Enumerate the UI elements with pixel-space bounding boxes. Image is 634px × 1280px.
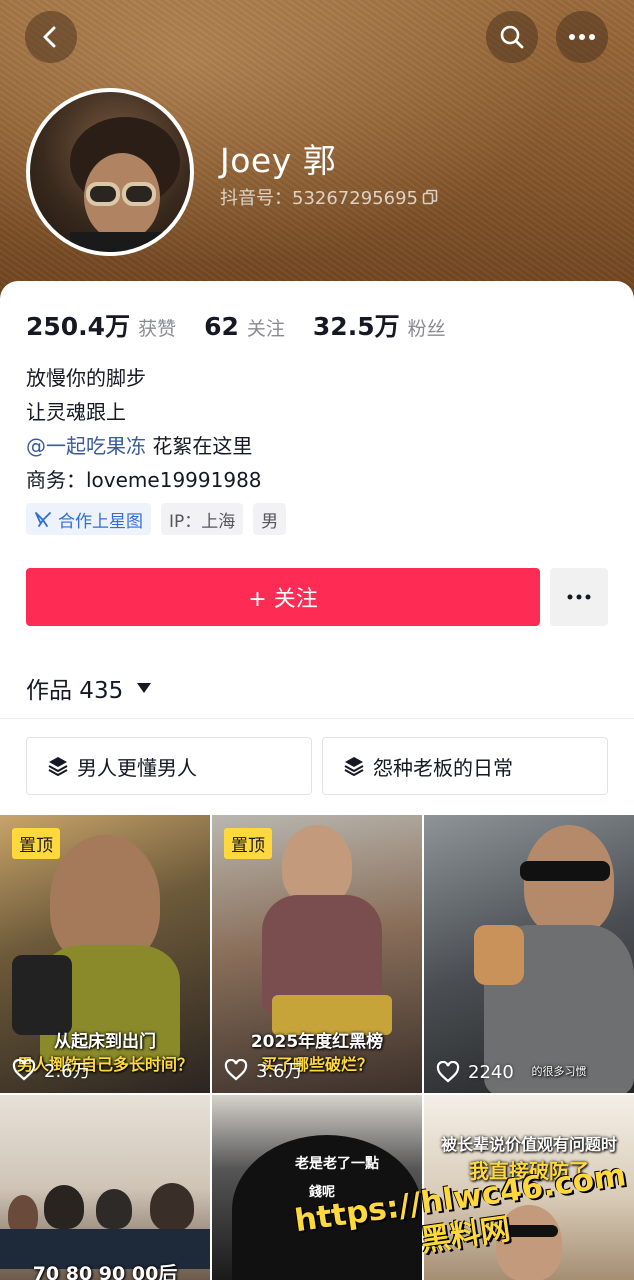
- stat-label: 获赞: [138, 318, 177, 340]
- video-tile[interactable]: 的很多习惯 2240: [424, 815, 634, 1093]
- bio-line: 让灵魂跟上: [26, 400, 126, 424]
- more-button[interactable]: [556, 11, 608, 63]
- tag-row: 合作上星图 IP：上海 男: [26, 503, 287, 535]
- follow-button[interactable]: + 关注: [26, 568, 540, 626]
- stat-label: 粉丝: [407, 318, 446, 340]
- collection-item[interactable]: 怨种老板的日常: [322, 737, 608, 795]
- heart-icon: [12, 1059, 36, 1081]
- collection-label: 男人更懂男人: [77, 755, 197, 780]
- bio-line: @一起吃果冻 花絮在这里: [26, 429, 262, 463]
- like-count: 2240: [436, 1061, 514, 1083]
- like-count: 2.6万: [12, 1057, 91, 1083]
- chevron-left-icon: [43, 26, 56, 48]
- star-map-icon: [35, 512, 51, 527]
- stat-likes[interactable]: 250.4万 获赞: [26, 307, 176, 343]
- layers-icon: [344, 757, 364, 776]
- caret-down-icon: [137, 683, 152, 693]
- douyin-id-text: 抖音号：53267295695: [220, 188, 418, 209]
- sunglasses-image: [520, 861, 610, 881]
- video-tile[interactable]: 置顶 2025年度红黑榜 买了哪些破烂？ 3.6万: [212, 815, 422, 1093]
- ip-tag: IP：上海: [161, 503, 244, 535]
- avatar-portrait: [70, 117, 180, 252]
- search-icon: [500, 25, 524, 49]
- heart-icon: [436, 1061, 460, 1083]
- search-button[interactable]: [486, 11, 538, 63]
- divider: [0, 718, 634, 719]
- stat-value: 62: [204, 312, 239, 341]
- works-tab[interactable]: 作品 435: [26, 671, 152, 705]
- like-count-value: 2240: [468, 1061, 514, 1083]
- mention-link[interactable]: @一起吃果冻: [26, 434, 146, 458]
- gender-tag: 男: [253, 503, 287, 535]
- phone-image: [12, 955, 72, 1035]
- video-tile[interactable]: 置顶 从起床到出门 男人捯饬自己多长时间？ 2.6万: [0, 815, 210, 1093]
- video-caption: 70 80 90 00后: [32, 1263, 178, 1280]
- douyin-id[interactable]: 抖音号：53267295695: [220, 184, 438, 210]
- bio-text: 花絮在这里: [146, 434, 253, 458]
- layers-icon: [48, 757, 68, 776]
- back-button[interactable]: [25, 11, 77, 63]
- stat-following[interactable]: 62 关注: [204, 312, 285, 341]
- more-dots-icon: [567, 594, 591, 600]
- shirt-text: 老是老了一點: [295, 1156, 379, 1172]
- like-count-value: 2.6万: [44, 1061, 91, 1082]
- pinned-badge: 置顶: [224, 828, 272, 859]
- follow-label: + 关注: [248, 587, 318, 612]
- more-actions-button[interactable]: [550, 568, 608, 626]
- video-caption: 从起床到出门: [54, 1032, 156, 1052]
- collections-row: 男人更懂男人 怨种老板的日常: [26, 737, 608, 795]
- stat-followers[interactable]: 32.5万 粉丝: [313, 307, 446, 343]
- video-tile[interactable]: 70 80 90 00后: [0, 1095, 210, 1280]
- avatar[interactable]: [26, 88, 194, 256]
- stat-label: 关注: [246, 318, 285, 340]
- copy-icon[interactable]: [422, 189, 438, 205]
- profile-name: Joey 郭: [220, 141, 337, 180]
- like-count-value: 3.6万: [256, 1061, 303, 1082]
- star-map-label: 合作上星图: [58, 511, 143, 532]
- watch-image: [474, 925, 524, 985]
- collection-label: 怨种老板的日常: [373, 755, 513, 780]
- stat-value: 250.4万: [26, 312, 131, 341]
- bio: 放慢你的脚步 让灵魂跟上 @一起吃果冻 花絮在这里 商务：loveme19991…: [26, 361, 262, 497]
- pinned-badge: 置顶: [12, 828, 60, 859]
- ip-label: IP：上海: [169, 511, 236, 532]
- video-caption: 2025年度红黑榜: [250, 1032, 384, 1052]
- bio-line: 放慢你的脚步: [26, 366, 146, 390]
- works-label: 作品 435: [26, 678, 124, 704]
- star-map-tag[interactable]: 合作上星图: [26, 503, 151, 535]
- like-count: 3.6万: [224, 1057, 303, 1083]
- stat-value: 32.5万: [312, 312, 400, 341]
- more-dots-icon: [569, 34, 595, 40]
- video-caption: 被长辈说价值观有问题时: [440, 1135, 617, 1154]
- business-contact: 商务：loveme19991988: [26, 468, 262, 492]
- heart-icon: [224, 1059, 248, 1081]
- gender-label: 男: [261, 511, 279, 532]
- stats-row: 250.4万 获赞 62 关注 32.5万 粉丝: [26, 307, 446, 343]
- profile-card: 250.4万 获赞 62 关注 32.5万 粉丝 放慢你的脚步 让灵魂跟上 @一…: [0, 281, 634, 1280]
- collection-item[interactable]: 男人更懂男人: [26, 737, 312, 795]
